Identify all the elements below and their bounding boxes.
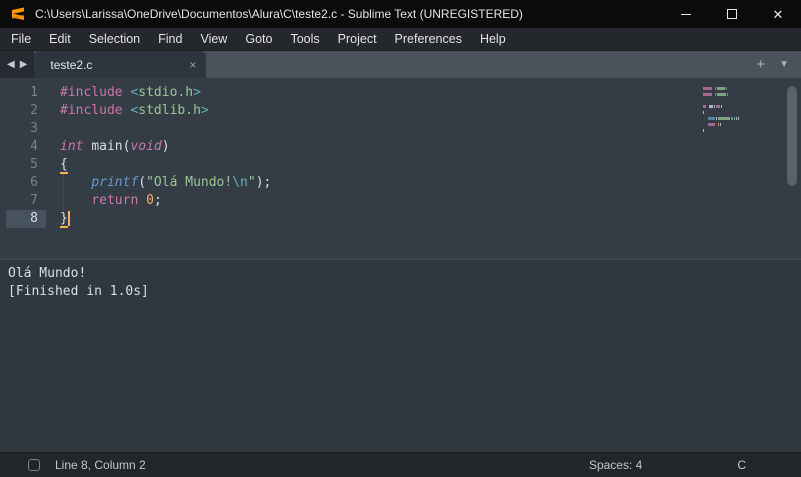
tab-teste2c[interactable]: teste2.c × <box>34 51 206 78</box>
new-tab-icon[interactable]: + <box>756 57 765 72</box>
menu-goto[interactable]: Goto <box>236 29 281 49</box>
menu-tools[interactable]: Tools <box>281 29 328 49</box>
menu-view[interactable]: View <box>191 29 236 49</box>
vertical-scrollbar-thumb[interactable] <box>787 86 797 186</box>
minimap-row <box>703 111 761 114</box>
output-line: Olá Mundo! <box>8 265 801 283</box>
menu-edit[interactable]: Edit <box>40 29 80 49</box>
code-line[interactable]: 8} <box>0 210 801 228</box>
tab-label: teste2.c <box>50 58 189 72</box>
code-text: printf("Olá Mundo!\n"); <box>60 174 271 192</box>
tab-bar-actions: + ▼ <box>756 57 801 78</box>
line-number: 1 <box>6 84 46 102</box>
menu-project[interactable]: Project <box>329 29 386 49</box>
line-number: 6 <box>6 174 46 192</box>
title-bar: C:\Users\Larissa\OneDrive\Documentos\Alu… <box>0 0 801 28</box>
minimap-row <box>703 87 761 90</box>
code-editor[interactable]: 1 #include <stdio.h> 2 #include <stdlib.h> 3… <box>0 78 801 258</box>
tab-bar: ◀ ▶ teste2.c × + ▼ <box>0 51 801 78</box>
tab-nav-buttons: ◀ ▶ <box>0 51 34 78</box>
minimap-row <box>703 99 761 102</box>
code-text: int main(void) <box>60 138 170 156</box>
minimap-row <box>703 117 761 120</box>
code-text: return 0; <box>60 192 162 210</box>
menu-bar: FileEditSelectionFindViewGotoToolsProjec… <box>0 28 801 51</box>
maximize-icon <box>727 9 737 19</box>
minimize-icon <box>681 14 691 15</box>
line-number: 3 <box>6 120 46 138</box>
close-icon: ✕ <box>773 8 784 21</box>
menu-selection[interactable]: Selection <box>80 29 149 49</box>
line-number: 2 <box>6 102 46 120</box>
code-text: #include <stdlib.h> <box>60 102 209 120</box>
text-cursor <box>68 211 70 226</box>
code-line[interactable]: 1 #include <stdio.h> <box>0 84 801 102</box>
status-panel-icon[interactable] <box>28 459 40 471</box>
tab-close-icon[interactable]: × <box>189 58 196 72</box>
cursor-position-label: Line 8, Column 2 <box>55 458 589 472</box>
syntax-selector[interactable]: C <box>737 458 746 472</box>
line-number: 5 <box>6 156 46 174</box>
maximize-button[interactable] <box>709 0 755 28</box>
menu-find[interactable]: Find <box>149 29 191 49</box>
code-line[interactable]: 3 <box>0 120 801 138</box>
minimap[interactable] <box>703 87 761 135</box>
code-text: } <box>60 210 70 228</box>
close-button[interactable]: ✕ <box>755 0 801 28</box>
code-line[interactable]: 4 int main(void) <box>0 138 801 156</box>
window-controls: ✕ <box>663 0 801 28</box>
output-line: [Finished in 1.0s] <box>8 283 801 301</box>
minimize-button[interactable] <box>663 0 709 28</box>
code-line[interactable]: 6 printf("Olá Mundo!\n"); <box>0 174 801 192</box>
line-number: 8 <box>6 210 46 228</box>
code-line[interactable]: 5{ <box>0 156 801 174</box>
menu-file[interactable]: File <box>2 29 40 49</box>
tab-overflow-icon[interactable]: ▼ <box>779 59 789 70</box>
menu-preferences[interactable]: Preferences <box>386 29 471 49</box>
build-output-panel[interactable]: Olá Mundo![Finished in 1.0s] <box>0 258 801 452</box>
line-number: 7 <box>6 192 46 210</box>
nav-forward-icon[interactable]: ▶ <box>20 59 28 70</box>
minimap-row <box>703 129 761 132</box>
code-line[interactable]: 2 #include <stdlib.h> <box>0 102 801 120</box>
nav-back-icon[interactable]: ◀ <box>7 59 15 70</box>
indentation-setting[interactable]: Spaces: 4 <box>589 458 642 472</box>
sublime-text-logo-icon <box>10 6 26 22</box>
minimap-row <box>703 105 761 108</box>
menu-help[interactable]: Help <box>471 29 515 49</box>
code-text: #include <stdio.h> <box>60 84 201 102</box>
code-line[interactable]: 7 return 0; <box>0 192 801 210</box>
minimap-row <box>703 123 761 126</box>
code-text: { <box>60 156 68 174</box>
line-number: 4 <box>6 138 46 156</box>
minimap-row <box>703 93 761 96</box>
window-title: C:\Users\Larissa\OneDrive\Documentos\Alu… <box>35 7 663 21</box>
status-bar: Line 8, Column 2 Spaces: 4 C <box>0 452 801 477</box>
